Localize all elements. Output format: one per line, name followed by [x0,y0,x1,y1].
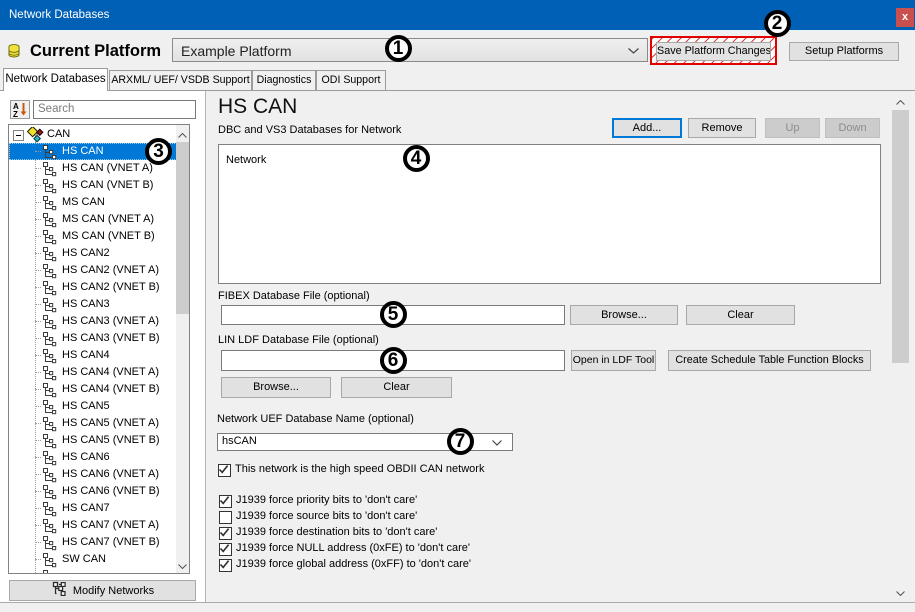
svg-text:Z: Z [13,110,18,118]
